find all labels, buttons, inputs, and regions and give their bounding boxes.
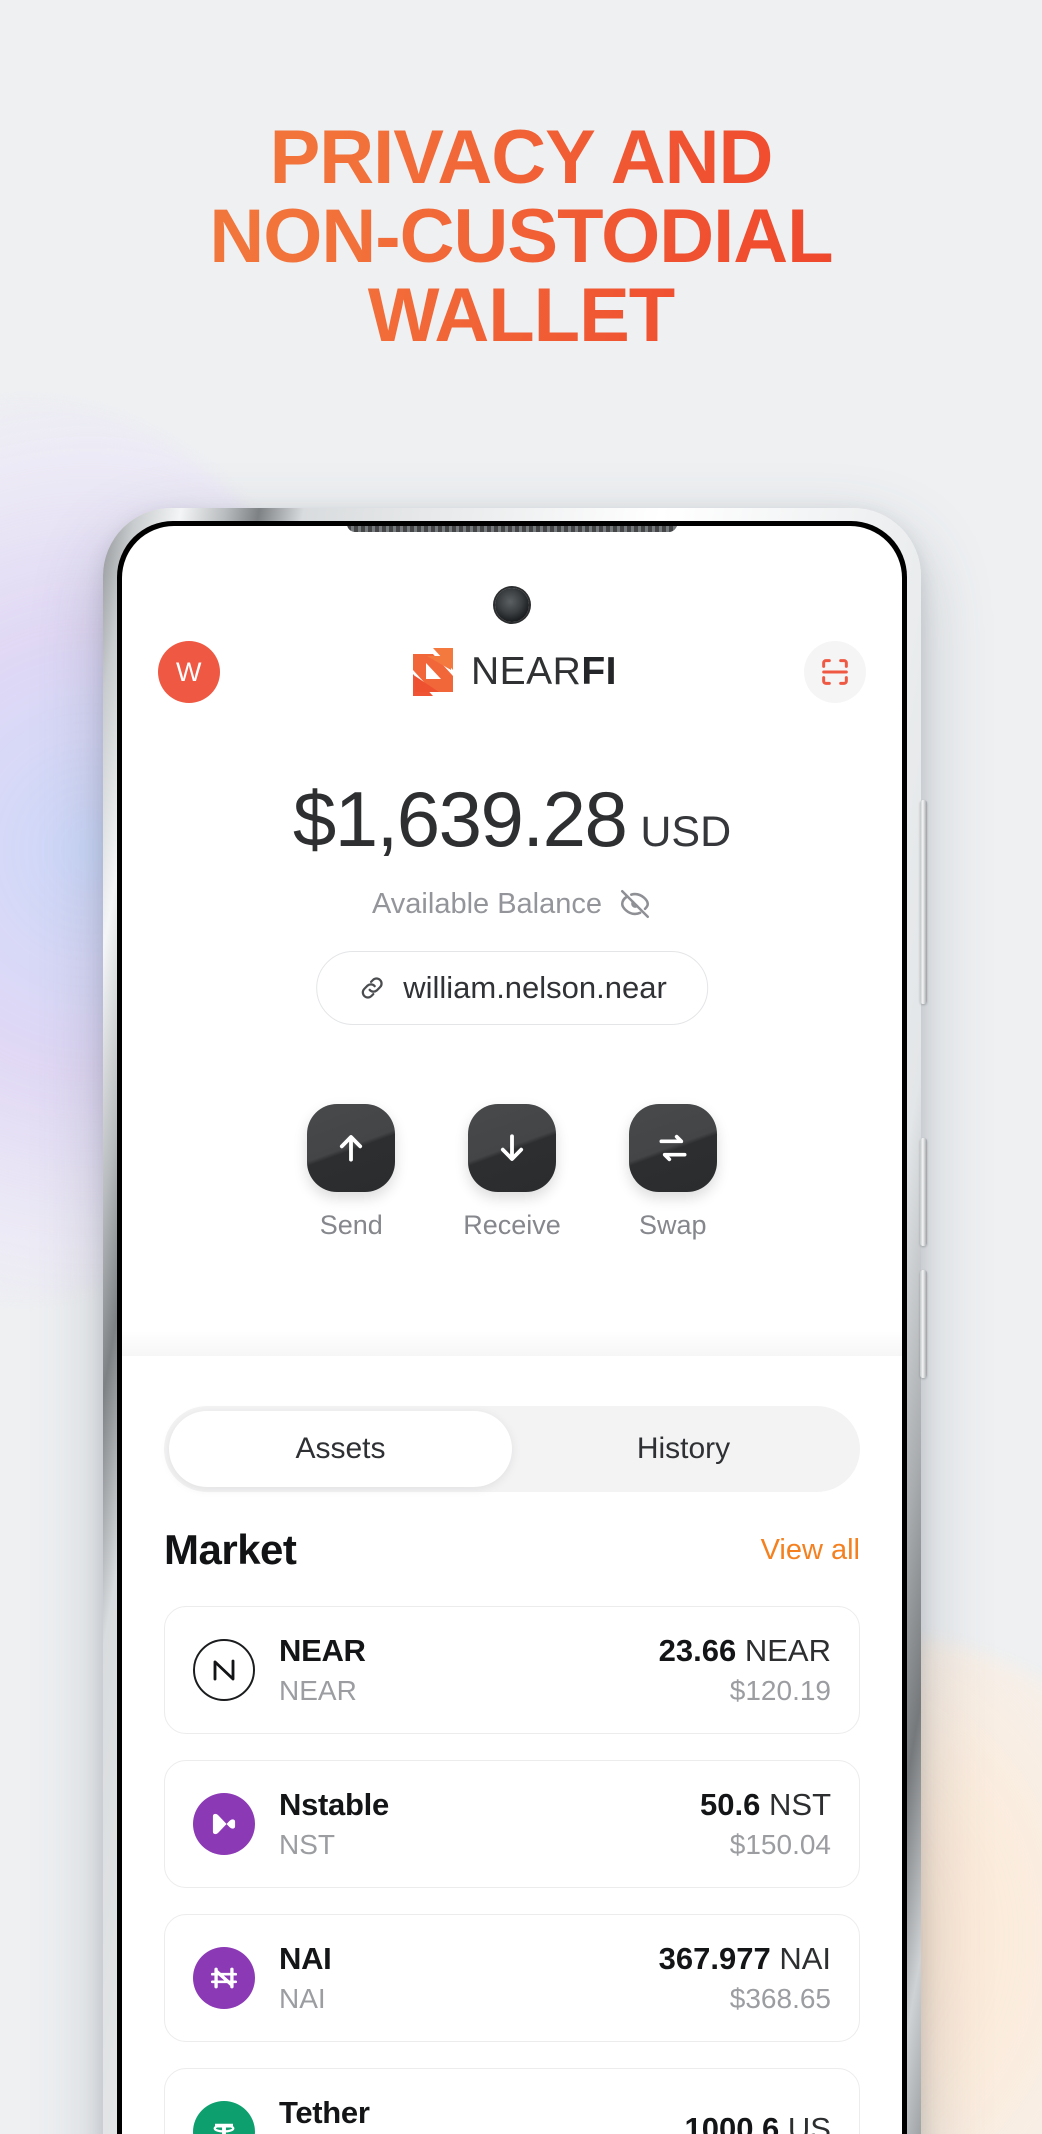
asset-list: NEAR NEAR 23.66 NEAR $120.19 Nstable NST… [164,1606,860,2134]
asset-name: Nstable [279,1787,389,1822]
headline-line-3: WALLET [367,273,675,359]
account-name-pill[interactable]: william.nelson.near [316,951,708,1025]
asset-amount-number: 50.6 [700,1787,761,1822]
asset-usd-value: $120.19 [729,1675,831,1706]
asset-amount-number: 367.977 [658,1941,771,1976]
phone-bezel: W NEARFI $1,639.28 USD Available Balance… [117,521,907,2134]
avatar[interactable]: W [158,641,220,703]
phone-extra-button[interactable] [920,1270,927,1378]
asset-amount-unit: NAI [779,1941,831,1976]
send-button[interactable] [307,1104,396,1192]
scan-button[interactable] [804,641,866,703]
app-header: W NEARFI [122,634,902,710]
send-label: Send [319,1210,383,1240]
receive-action[interactable]: Receive [463,1104,561,1241]
asset-name: NEAR [279,1633,366,1668]
asset-amount-unit: US [787,2111,831,2134]
asset-usd-value: $368.65 [729,1983,831,2014]
phone-power-button[interactable] [920,1138,927,1246]
tab-history[interactable]: History [512,1411,855,1487]
asset-name: Tether [279,2095,370,2130]
headline-line-2: NON-CUSTODIAL [209,194,833,280]
arrow-up-icon [340,1135,363,1162]
balance-subtitle: Available Balance [122,887,902,921]
nearfi-logo-icon [412,648,453,696]
arrow-down-icon [500,1134,524,1161]
balance-currency: USD [640,808,732,856]
asset-symbol: NAI [279,1983,326,2014]
asset-amount-number: 23.66 [658,1633,737,1668]
avatar-initial: W [176,656,202,687]
page-headline: PRIVACY AND NON-CUSTODIAL WALLET [0,118,1042,355]
tab-assets-label: Assets [295,1432,386,1465]
asset-names: NAI NAI [279,1941,635,2015]
asset-values: 367.977 NAI $368.65 [659,1941,831,2015]
asset-amount: 367.977 NAI [659,1941,831,1977]
asset-amount: 50.6 NST [700,1787,831,1823]
brand-name-bold: FI [581,650,618,693]
available-balance-label: Available Balance [371,887,603,920]
account-name: william.nelson.near [403,970,667,1005]
balance-block: $1,639.28 USD Available Balance [122,774,902,921]
view-all-link[interactable]: View all [761,1534,860,1567]
scan-qr-icon [822,659,848,685]
headline-line-1: PRIVACY AND [269,115,773,200]
send-action[interactable]: Send [307,1104,396,1241]
link-icon [361,977,383,999]
tab-assets[interactable]: Assets [169,1411,512,1487]
nai-glyph-icon [210,1967,238,1989]
brand-name: NEARFI [471,650,617,694]
swap-icon [659,1134,687,1162]
market-header: Market View all [164,1526,860,1574]
phone-volume-button[interactable] [920,800,927,1004]
asset-values: 50.6 NST $150.04 [700,1787,831,1861]
balance-amount: $1,639.28 [292,775,628,863]
nai-token-icon [193,1947,255,2009]
section-divider [122,1330,902,1356]
swap-action[interactable]: Swap [628,1104,717,1241]
swap-button[interactable] [628,1104,717,1192]
phone-mockup: W NEARFI $1,639.28 USD Available Balance… [103,508,927,2134]
asset-values: 1000.6 US [684,2111,831,2134]
brand-logo: NEARFI [220,646,804,698]
table-row[interactable]: Tether USDT 1000.6 US [164,2068,860,2134]
asset-usd-value: $150.04 [729,1829,831,1860]
tether-token-icon [193,2101,255,2134]
nstable-token-icon [193,1793,255,1855]
asset-amount: 23.66 NEAR [659,1633,831,1669]
asset-names: Tether USDT [279,2095,660,2134]
table-row[interactable]: Nstable NST 50.6 NST $150.04 [164,1760,860,1888]
front-camera [495,588,529,622]
asset-symbol: NST [279,1829,335,1860]
asset-name: NAI [279,1941,332,1976]
asset-amount-number: 1000.6 [684,2111,780,2134]
asset-amount-unit: NST [769,1787,831,1822]
near-glyph-icon [213,1659,235,1681]
receive-button[interactable] [467,1104,556,1192]
asset-values: 23.66 NEAR $120.19 [659,1633,831,1707]
balance-row: $1,639.28 USD [122,774,902,865]
receive-label: Receive [463,1210,561,1240]
assets-history-tabs: Assets History [164,1406,860,1492]
earpiece-speaker [347,526,677,532]
asset-symbol: NEAR [279,1675,357,1706]
tether-glyph-icon [213,2123,235,2134]
asset-names: Nstable NST [279,1787,676,1861]
nstable-glyph-icon [212,1813,236,1835]
asset-amount-unit: NEAR [744,1633,831,1668]
table-row[interactable]: NAI NAI 367.977 NAI $368.65 [164,1914,860,2042]
table-row[interactable]: NEAR NEAR 23.66 NEAR $120.19 [164,1606,860,1734]
asset-amount: 1000.6 US [684,2111,831,2134]
eye-off-icon[interactable] [618,887,652,921]
asset-names: NEAR NEAR [279,1633,635,1707]
swap-label: Swap [638,1210,707,1240]
tab-history-label: History [636,1432,731,1465]
quick-actions: Send Receive Swap [122,1104,902,1241]
phone-screen: W NEARFI $1,639.28 USD Available Balance… [122,526,902,2134]
brand-name-light: NEAR [470,650,582,693]
market-title: Market [164,1526,297,1573]
near-token-icon [193,1639,255,1701]
